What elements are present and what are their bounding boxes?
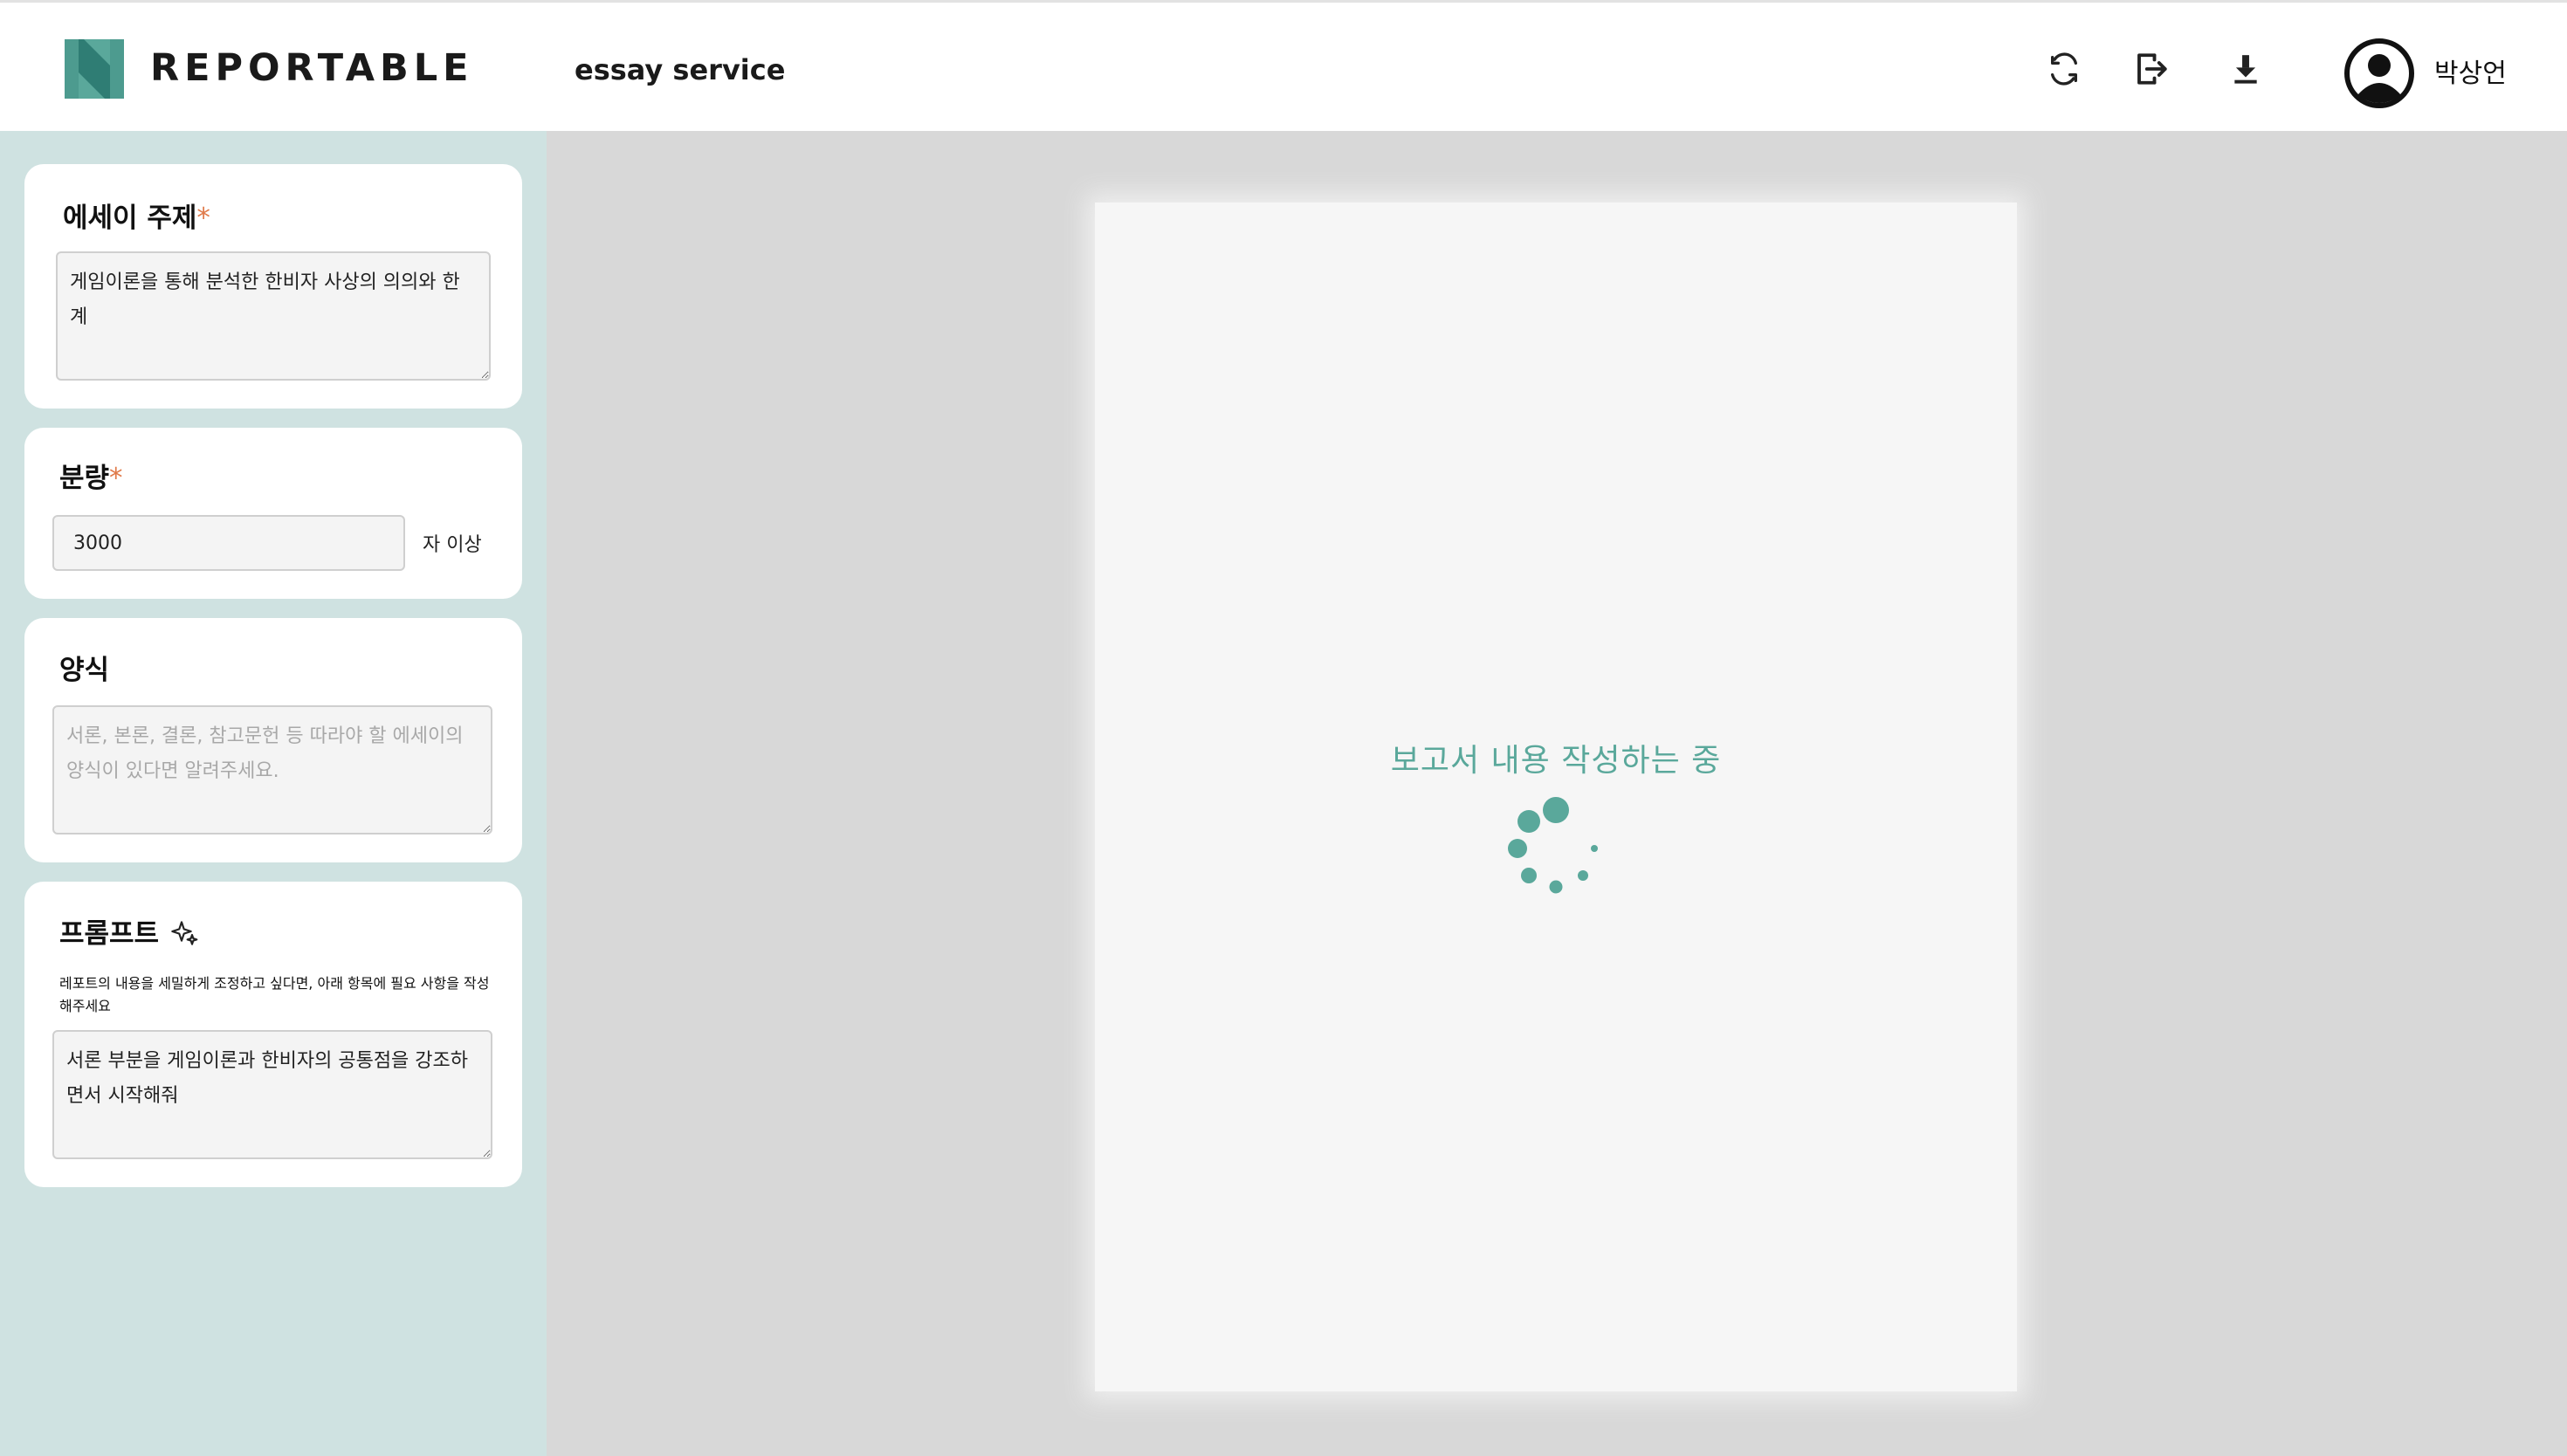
export-button[interactable] <box>2130 46 2172 92</box>
user-avatar-icon[interactable] <box>2343 38 2415 109</box>
length-label: 분량* <box>59 456 123 495</box>
prompt-card: 프롬프트 레포트의 내용을 세밀하게 조정하고 싶다면, 아래 항목에 필요 사… <box>24 882 522 1187</box>
topic-label-text: 에세이 주제 <box>63 203 197 234</box>
prompt-label: 프롬프트 <box>59 911 199 951</box>
length-label-text: 분량 <box>59 463 110 494</box>
service-title: essay service <box>575 53 786 86</box>
format-label: 양식 <box>59 655 110 686</box>
length-input[interactable] <box>52 515 405 571</box>
main-content: 보고서 내용 작성하는 중 <box>547 131 2567 1456</box>
brand-name[interactable]: REPORTABLE <box>150 46 474 90</box>
loading-text: 보고서 내용 작성하는 중 <box>1390 743 1722 779</box>
topic-label: 에세이 주제* <box>63 196 210 235</box>
topic-card: 에세이 주제* 게임이론을 통해 분석한 한비자 사상의 의의와 한계 <box>24 164 522 409</box>
top-bar: REPORTABLE essay service 박상언 <box>0 0 2567 131</box>
sidebar-panel: 에세이 주제* 게임이론을 통해 분석한 한비자 사상의 의의와 한계 분량* … <box>0 131 547 1456</box>
required-mark: * <box>109 463 123 494</box>
report-preview: 보고서 내용 작성하는 중 <box>1095 203 2017 1391</box>
prompt-hint: 레포트의 내용을 세밀하게 조정하고 싶다면, 아래 항목에 필요 사항을 작성… <box>59 975 490 1014</box>
topic-textarea[interactable]: 게임이론을 통해 분석한 한비자 사상의 의의와 한계 <box>56 251 491 381</box>
loading-spinner-icon <box>1508 797 1598 894</box>
reportable-logo-icon[interactable] <box>65 39 124 99</box>
format-card: 양식 <box>24 618 522 862</box>
format-textarea[interactable] <box>52 705 492 834</box>
user-name[interactable]: 박상언 <box>2434 52 2507 90</box>
length-card: 분량* 자 이상 <box>24 428 522 599</box>
required-mark: * <box>196 203 210 234</box>
length-suffix: 자 이상 <box>423 534 482 556</box>
export-icon <box>2137 53 2167 85</box>
download-button[interactable] <box>2225 46 2267 92</box>
prompt-textarea[interactable]: 서론 부분을 게임이론과 한비자의 공통점을 강조하면서 시작해줘 <box>52 1030 492 1159</box>
refresh-button[interactable] <box>2043 46 2085 92</box>
refresh-icon <box>2051 52 2077 86</box>
download-icon <box>2234 55 2257 84</box>
prompt-label-text: 프롬프트 <box>59 918 160 950</box>
sparkle-icon[interactable] <box>171 917 199 945</box>
